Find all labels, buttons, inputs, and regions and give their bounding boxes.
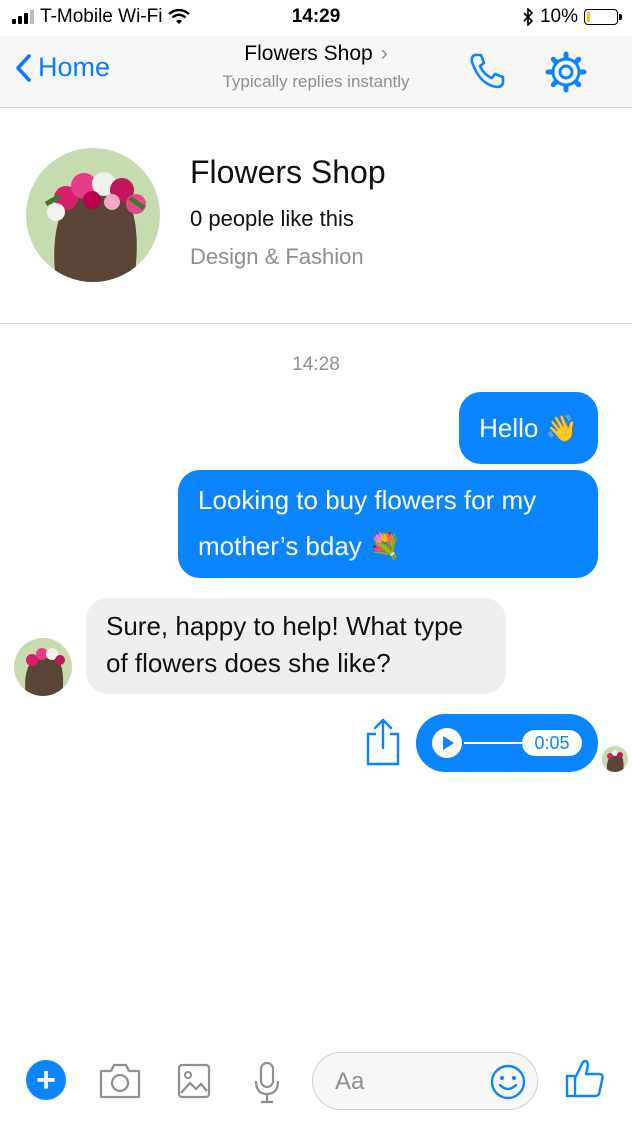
nav-bar: Home Flowers Shop › Typically replies ins… bbox=[0, 36, 632, 108]
thumbs-up-icon[interactable] bbox=[564, 1056, 606, 1100]
share-icon[interactable] bbox=[364, 718, 402, 766]
page-category: Design & Fashion bbox=[190, 244, 364, 269]
plus-icon[interactable]: + bbox=[26, 1060, 66, 1100]
page-likes: 0 people like this bbox=[190, 206, 354, 231]
phone-icon[interactable] bbox=[466, 50, 508, 92]
page-name: Flowers Shop bbox=[190, 154, 386, 190]
photo-icon[interactable] bbox=[176, 1060, 212, 1100]
chevron-left-icon bbox=[16, 53, 31, 82]
gear-icon[interactable] bbox=[544, 50, 588, 94]
emoji-icon[interactable] bbox=[489, 1063, 527, 1101]
play-icon[interactable] bbox=[432, 728, 462, 758]
microphone-icon[interactable] bbox=[252, 1060, 282, 1104]
composer-bar: + bbox=[0, 1040, 632, 1124]
camera-icon[interactable] bbox=[98, 1060, 142, 1100]
message-timestamp: 14:28 bbox=[292, 354, 340, 375]
nav-subtitle: Typically replies instantly bbox=[222, 72, 410, 91]
audio-message[interactable]: 0:05 bbox=[416, 714, 598, 772]
sender-avatar bbox=[14, 638, 72, 696]
conversation-title[interactable]: Flowers Shop › Typically replies instantl… bbox=[160, 42, 472, 92]
battery-level bbox=[587, 12, 590, 22]
audio-progress-track[interactable] bbox=[464, 742, 524, 744]
status-bar: T-Mobile Wi-Fi 14:29 10% bbox=[0, 0, 632, 36]
battery-icon bbox=[584, 9, 622, 25]
outgoing-message[interactable]: Hello 👋 bbox=[459, 392, 598, 464]
status-right: 10% bbox=[522, 6, 622, 28]
back-button[interactable]: Home bbox=[14, 52, 110, 83]
outgoing-message[interactable]: Looking to buy flowers for my mother’s b… bbox=[178, 470, 598, 578]
audio-duration: 0:05 bbox=[522, 730, 582, 756]
message-input-container bbox=[312, 1052, 538, 1110]
battery-percent: 10% bbox=[539, 6, 578, 27]
nav-title: Flowers Shop bbox=[244, 42, 373, 65]
seen-indicator-avatar bbox=[602, 746, 628, 772]
incoming-message[interactable]: Sure, happy to help! What type of flower… bbox=[86, 598, 506, 694]
chevron-right-icon: › bbox=[380, 42, 388, 65]
back-label: Home bbox=[38, 52, 111, 82]
bluetooth-icon bbox=[523, 8, 534, 26]
page-profile-header: Flowers Shop 0 people like this Design &… bbox=[0, 108, 632, 324]
profile-avatar[interactable] bbox=[26, 148, 160, 282]
message-input[interactable] bbox=[335, 1063, 485, 1101]
